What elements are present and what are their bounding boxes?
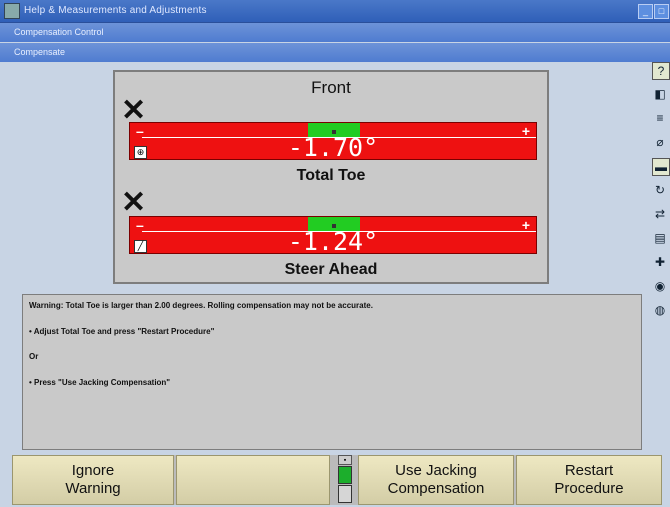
help-icon[interactable]: ? <box>652 62 670 80</box>
button-label: Restart <box>564 462 614 479</box>
app-icon <box>4 3 20 19</box>
window-title: Help & Measurements and Adjustments <box>24 5 207 16</box>
instruction-step: • Adjust Total Toe and press "Restart Pr… <box>29 327 215 336</box>
subtitle-bar: Compensation Control <box>0 23 670 42</box>
tools-icon[interactable]: ✚ <box>652 254 668 270</box>
globe-icon[interactable]: ◍ <box>652 302 668 318</box>
total-toe-gauge: – + ⊕ -1.70° <box>129 122 537 162</box>
axle-label: Front <box>311 78 351 97</box>
message-panel: Warning: Total Toe is larger than 2.00 d… <box>22 294 642 450</box>
window-titlebar: Help & Measurements and Adjustments _ □ <box>0 0 670 23</box>
indicator-inactive <box>338 485 352 503</box>
restart-procedure-button[interactable]: Restart Procedure <box>516 455 662 505</box>
procedure-bar: Compensate <box>0 43 670 62</box>
or-text: Or <box>29 352 39 361</box>
minimize-button[interactable]: _ <box>638 4 653 19</box>
button-label: Use Jacking <box>395 462 477 479</box>
alignment-icon[interactable]: ⇄ <box>652 206 668 222</box>
warning-text: Warning: Total Toe is larger than 2.00 d… <box>29 301 373 310</box>
instruction-step: • Press "Use Jacking Compensation" <box>29 378 171 387</box>
rotate-icon[interactable]: ↻ <box>652 182 668 198</box>
total-toe-label: Total Toe <box>296 167 366 184</box>
use-jacking-compensation-button[interactable]: Use Jacking Compensation <box>358 455 514 505</box>
camera-icon[interactable]: ◉ <box>652 278 668 294</box>
button-label: Procedure <box>554 480 624 497</box>
subtitle-text: Compensation Control <box>14 27 104 37</box>
steer-ahead-label: Steer Ahead <box>284 261 378 278</box>
blank-function-button[interactable] <box>176 455 330 505</box>
steer-ahead-gauge: – + ╱ -1.24° <box>129 216 537 256</box>
indicator-active <box>338 466 352 484</box>
indicator-top: ▪ <box>338 455 352 465</box>
printer-icon[interactable]: ▤ <box>652 230 668 246</box>
ignore-warning-button[interactable]: Ignore Warning <box>12 455 174 505</box>
vehicle-specs-icon[interactable]: ◧ <box>652 86 668 102</box>
function-key-bar: Ignore Warning ▪ Use Jacking Compensatio… <box>12 455 662 505</box>
right-toolbar: ? ◧ ≡ ⌀ ▬ ↻ ⇄ ▤ ✚ ◉ ◍ <box>650 62 670 352</box>
compensation-indicator: ▪ <box>336 455 354 505</box>
caster-icon[interactable]: ⌀ <box>652 134 668 150</box>
gauge-icon[interactable]: ▬ <box>652 158 670 176</box>
maximize-button[interactable]: □ <box>654 4 669 19</box>
total-toe-value: -1.70° <box>287 133 379 162</box>
button-label: Compensation <box>387 480 485 497</box>
measure-icon[interactable]: ≡ <box>652 110 668 126</box>
steer-ahead-value: -1.24° <box>287 227 379 256</box>
gauge-panel: Front ✕ – + ⊕ -1.70° Total Toe ✕ – + ╱ -… <box>113 70 549 284</box>
button-label: Ignore <box>71 462 115 479</box>
procedure-text: Compensate <box>14 47 66 57</box>
out-of-spec-x-icon: ✕ <box>121 186 147 219</box>
button-label: Warning <box>65 480 121 497</box>
